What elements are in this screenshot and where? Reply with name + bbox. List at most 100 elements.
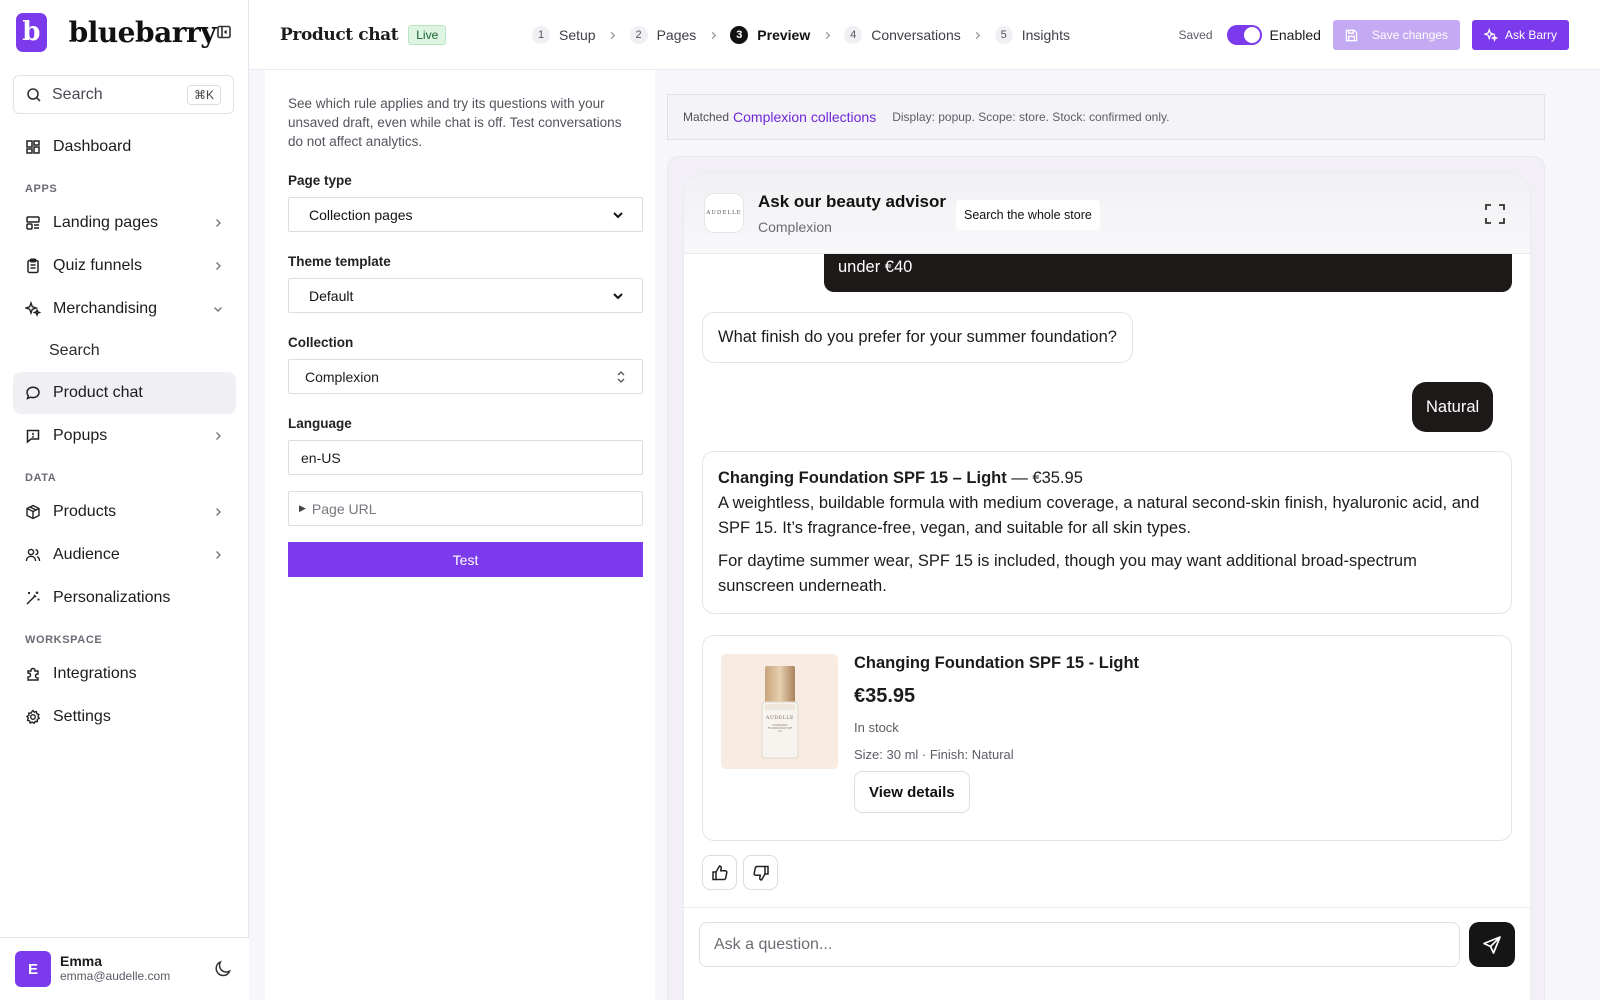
thumbs-down-button[interactable] — [743, 855, 778, 890]
chevron-right-icon — [212, 430, 224, 442]
sidebar-item-label: Audience — [53, 546, 120, 563]
bot-message: What finish do you prefer for your summe… — [702, 312, 1133, 363]
sidebar-item-dashboard[interactable]: Dashboard — [13, 126, 236, 168]
thumbs-up-button[interactable] — [702, 855, 737, 890]
sidebar-collapse-icon[interactable] — [216, 22, 232, 42]
send-button[interactable] — [1469, 922, 1515, 967]
sidebar-subitem-search[interactable]: Search — [13, 331, 236, 371]
sidebar-item-integrations[interactable]: Integrations — [13, 653, 236, 695]
feedback-buttons — [702, 855, 784, 890]
product-card: AUDELLE CHANGING FOUNDATION SPF 15 Chang… — [702, 635, 1512, 841]
ask-barry-button[interactable]: Ask Barry — [1471, 20, 1569, 50]
step-number: 5 — [994, 26, 1013, 44]
sidebar-item-personalizations[interactable]: Personalizations — [13, 577, 236, 619]
wizard-steps: 1 Setup 2 Pages 3 Preview 4 Conversation… — [532, 0, 1070, 70]
sidebar-item-landing-pages[interactable]: Landing pages — [13, 202, 236, 244]
chat-bubble-icon — [25, 385, 41, 401]
user-message: Natural — [1412, 382, 1494, 432]
magic-wand-icon — [25, 590, 41, 606]
brand: b bluebarry — [0, 0, 248, 64]
step-pages[interactable]: 2 Pages — [629, 26, 697, 44]
widget-title-block: Ask our beauty advisor Complexion — [758, 192, 946, 235]
store-logo: AUDELLE — [704, 193, 744, 233]
step-label: Setup — [559, 27, 596, 43]
sidebar-item-label: Integrations — [53, 665, 137, 682]
sidebar-item-label: Popups — [53, 427, 108, 444]
widget-header: AUDELLE Ask our beauty advisor Complexio… — [684, 173, 1530, 254]
save-changes-label: Save changes — [1371, 28, 1448, 42]
step-label: Pages — [656, 27, 697, 43]
brand-logo[interactable]: b — [16, 12, 47, 52]
step-setup[interactable]: 1 Setup — [532, 26, 596, 44]
sidebar-search[interactable]: ⌘K — [13, 75, 234, 114]
matched-prefix: Matched — [683, 110, 730, 124]
chevron-right-icon — [608, 30, 618, 40]
expand-icon[interactable] — [1484, 203, 1506, 225]
sidebar-item-merchandising[interactable]: Merchandising — [13, 288, 236, 330]
step-conversations[interactable]: 4 Conversations — [844, 26, 961, 44]
sidebar-item-quiz-funnels[interactable]: Quiz funnels — [13, 245, 236, 287]
product-stock: In stock — [854, 720, 899, 735]
search-icon — [26, 87, 42, 103]
triangle-right-icon: ▶ — [299, 503, 306, 513]
product-image[interactable]: AUDELLE CHANGING FOUNDATION SPF 15 — [721, 654, 838, 769]
view-details-button[interactable]: View details — [854, 771, 970, 813]
nav-section-workspace: WORKSPACE — [25, 634, 103, 646]
puzzle-icon — [25, 666, 41, 682]
product-attributes: Size: 30 ml · Finish: Natural — [854, 747, 1014, 762]
sidebar-item-popups[interactable]: Popups — [13, 415, 236, 457]
ask-barry-label: Ask Barry — [1504, 28, 1557, 42]
search-shortcut: ⌘K — [186, 84, 221, 105]
page-type-select[interactable]: Collection pages — [305, 205, 626, 224]
language-label: Language — [288, 416, 352, 431]
answer-heading: Changing Foundation SPF 15 – Light — €35… — [718, 466, 1496, 491]
sidebar-item-settings[interactable]: Settings — [13, 696, 236, 738]
collection-value: Complexion — [305, 368, 379, 385]
users-icon — [25, 547, 41, 563]
language-field[interactable]: en-US — [288, 440, 643, 475]
sidebar-item-product-chat[interactable]: Product chat — [13, 372, 236, 414]
saved-status: Saved — [1178, 28, 1213, 42]
sidebar-item-label: Landing pages — [53, 214, 158, 231]
nav-section-data: DATA — [25, 472, 57, 484]
theme-template-select[interactable]: Default — [305, 286, 626, 305]
answer-price: — €35.95 — [1006, 469, 1083, 487]
test-button[interactable]: Test — [288, 542, 643, 577]
sidebar-item-label: Products — [53, 503, 117, 520]
product-name[interactable]: Changing Foundation SPF 15 - Light — [854, 654, 1139, 673]
collection-combobox[interactable]: Complexion — [288, 359, 643, 394]
message-list: under €40 What finish do you prefer for … — [684, 254, 1530, 907]
page-url-disclosure[interactable]: ▶ Page URL — [288, 491, 643, 526]
bottle-label: CHANGING FOUNDATION SPF 15 — [767, 723, 792, 733]
layout-icon — [25, 215, 41, 231]
sidebar-item-label: Quiz funnels — [53, 257, 142, 274]
user-email: emma@audelle.com — [60, 969, 171, 983]
step-insights[interactable]: 5 Insights — [994, 26, 1070, 44]
answer-product-name: Changing Foundation SPF 15 – Light — [718, 469, 1007, 487]
chevron-up-down-icon — [616, 370, 626, 384]
sidebar-item-products[interactable]: Products — [13, 491, 236, 533]
enabled-toggle[interactable] — [1226, 25, 1262, 45]
top-bar: Product chat Live 1 Setup 2 Pages 3 Prev… — [249, 0, 1600, 70]
matched-rule-meta: Display: popup. Scope: store. Stock: con… — [892, 110, 1170, 124]
moon-icon[interactable] — [212, 958, 234, 980]
sidebar-item-label: Merchandising — [53, 300, 158, 317]
send-icon — [1482, 935, 1502, 955]
test-form-panel: See which rule applies and try its quest… — [265, 70, 655, 1000]
sidebar-search-input[interactable] — [52, 85, 172, 104]
step-label: Conversations — [871, 27, 961, 43]
chat-input[interactable] — [699, 922, 1460, 967]
sidebar-item-label: Dashboard — [53, 138, 132, 155]
user-profile[interactable]: E Emma emma@audelle.com — [0, 937, 249, 1000]
answer-paragraph: For daytime summer wear, SPF 15 is inclu… — [718, 552, 1417, 595]
widget-subtitle: Complexion — [758, 218, 832, 235]
status-badge: Live — [408, 24, 447, 45]
chat-preview: AUDELLE Ask our beauty advisor Complexio… — [667, 156, 1545, 1000]
collection-label: Collection — [288, 335, 354, 350]
search-whole-store-button[interactable]: Search the whole store — [956, 200, 1100, 230]
matched-rule-link[interactable]: Complexion collections — [733, 109, 876, 125]
save-changes-button[interactable]: Save changes — [1332, 20, 1460, 50]
chevron-right-icon — [973, 30, 983, 40]
step-preview[interactable]: 3 Preview — [730, 26, 810, 44]
sidebar-item-audience[interactable]: Audience — [13, 534, 236, 576]
